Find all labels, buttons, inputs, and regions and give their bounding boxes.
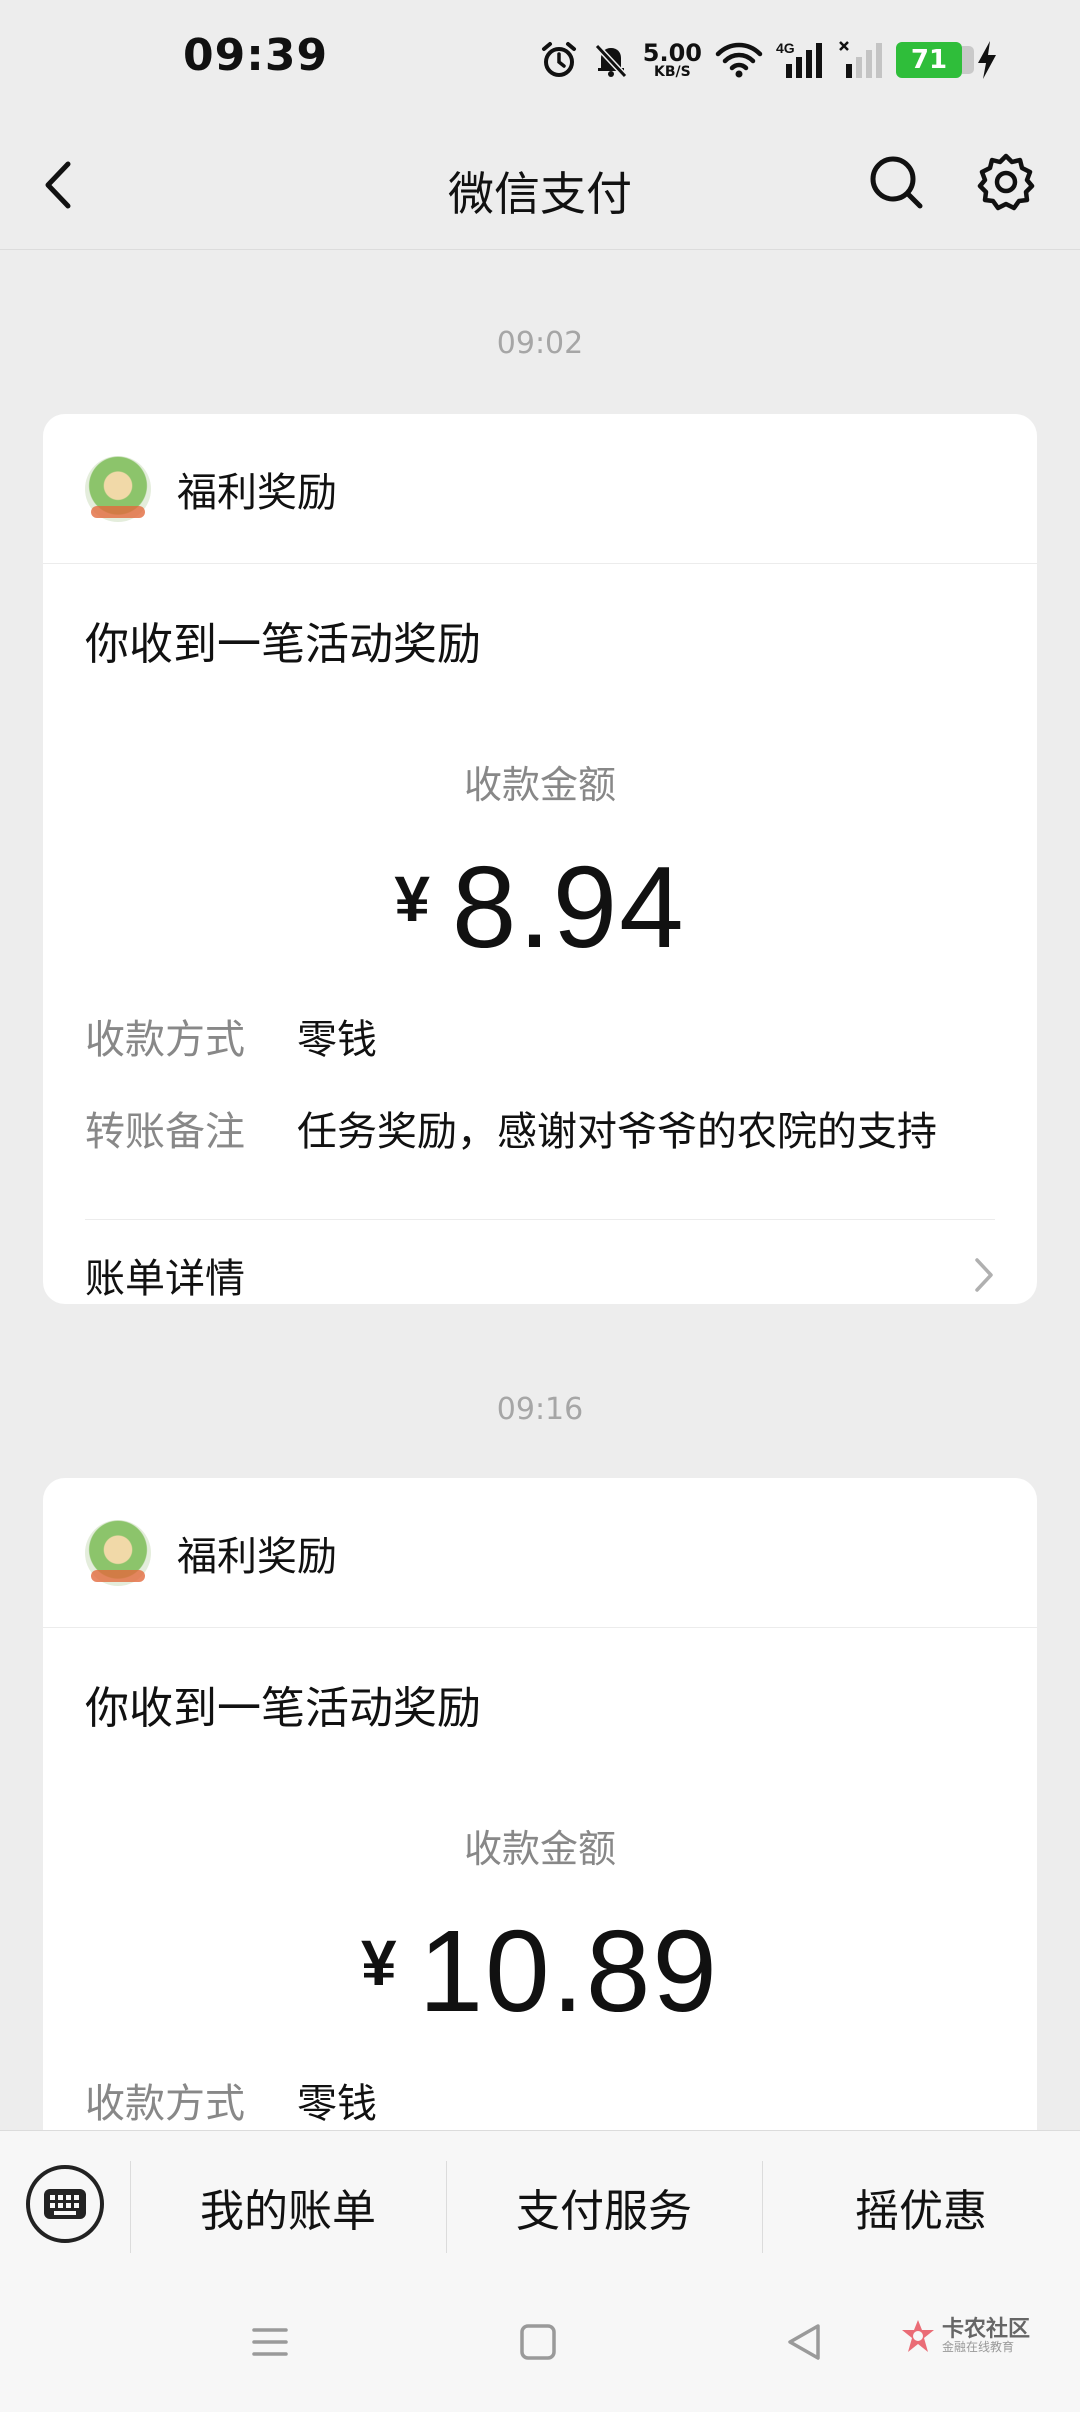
menu-item-my-bills[interactable]: 我的账单: [130, 2131, 446, 2283]
bill-detail-label: 账单详情: [85, 1256, 245, 1302]
amount-value: 10.89: [418, 1906, 719, 2036]
alarm-icon: [541, 42, 576, 77]
mute-bell-icon: [594, 43, 627, 79]
payment-method-value: 零钱: [297, 2081, 377, 2127]
signal-weak-icon: [839, 41, 882, 78]
payment-method-label: 收款方式: [85, 1017, 245, 1063]
amount-label: 收款金额: [463, 1827, 616, 1871]
keyboard-toggle-button[interactable]: [26, 2165, 104, 2243]
amount: ¥ 8.94: [85, 849, 995, 965]
payment-card[interactable]: 福利奖励 你收到一笔活动奖励 收款金额 ¥ 8.94 收款方式 零钱 转账备注 …: [43, 414, 1037, 1304]
battery-indicator: 71: [896, 42, 974, 78]
payment-method-row: 收款方式 零钱: [85, 1007, 995, 1065]
network-speed-unit: KB/S: [654, 64, 691, 80]
signal-4g-icon: 4G: [776, 40, 822, 78]
system-navigation-bar: 卡农社区 金融在线教育: [0, 2282, 1080, 2412]
transfer-remark-row: 转账备注 任务奖励，感谢对爷爷的农院的支持: [85, 1099, 995, 1157]
payment-method-row: 收款方式 零钱: [85, 2071, 995, 2129]
battery-level: 71: [896, 42, 974, 78]
status-bar: 09:39 5.00 KB/S 4G 71: [0, 0, 1080, 120]
currency-symbol: ¥: [361, 1927, 397, 1999]
chevron-right-icon: [975, 1258, 993, 1292]
brand-avatar: [85, 455, 151, 522]
message-timestamp: 09:16: [496, 1392, 584, 1427]
home-icon[interactable]: [518, 2322, 558, 2362]
charging-icon: [978, 41, 996, 79]
brand-avatar: [85, 1519, 151, 1586]
watermark-logo-icon: [902, 2320, 934, 2352]
card-header[interactable]: 福利奖励: [43, 414, 1037, 564]
brand-name: 福利奖励: [177, 1533, 337, 1580]
keyboard-icon: [44, 2189, 86, 2219]
bill-detail-link[interactable]: 账单详情: [85, 1220, 995, 1304]
amount-label: 收款金额: [463, 763, 616, 807]
watermark: 卡农社区 金融在线教育: [900, 2318, 1030, 2354]
brand-name: 福利奖励: [177, 469, 337, 516]
payment-card[interactable]: 福利奖励 你收到一笔活动奖励 收款金额 ¥ 10.89 收款方式 零钱: [43, 1478, 1037, 2178]
watermark-subtitle: 金融在线教育: [942, 2340, 1015, 2355]
message-timestamp: 09:02: [496, 326, 584, 361]
network-speed-value: 5.00: [642, 39, 702, 67]
card-headline: 你收到一笔活动奖励: [85, 1683, 481, 1734]
svg-text:4G: 4G: [776, 40, 795, 56]
settings-icon[interactable]: [976, 152, 1036, 212]
card-header[interactable]: 福利奖励: [43, 1478, 1037, 1628]
network-speed: 5.00 KB/S: [643, 41, 702, 79]
payment-method-value: 零钱: [297, 1017, 377, 1063]
card-body: 你收到一笔活动奖励 收款金额 ¥ 10.89 收款方式 零钱: [43, 1672, 1037, 2129]
recent-apps-icon[interactable]: [250, 2322, 290, 2362]
nav-bar: 微信支付: [0, 120, 1080, 250]
payment-method-label: 收款方式: [85, 2081, 245, 2127]
transfer-remark-value: 任务奖励，感谢对爷爷的农院的支持: [297, 1109, 937, 1155]
amount: ¥ 10.89: [85, 1913, 995, 2029]
status-icons: 5.00 KB/S 4G 71: [539, 30, 1000, 90]
card-headline: 你收到一笔活动奖励: [85, 619, 481, 670]
wifi-icon: [715, 42, 763, 78]
watermark-text: 卡农社区 金融在线教育: [942, 2318, 1030, 2354]
transfer-remark-label: 转账备注: [85, 1109, 245, 1155]
currency-symbol: ¥: [394, 863, 430, 935]
card-body: 你收到一笔活动奖励 收款金额 ¥ 8.94 收款方式 零钱 转账备注 任务奖励，…: [43, 608, 1037, 1304]
status-time: 09:39: [183, 30, 329, 81]
amount-value: 8.94: [451, 842, 686, 972]
menu-item-shake-offers[interactable]: 摇优惠: [762, 2131, 1080, 2283]
back-nav-icon[interactable]: [784, 2322, 824, 2362]
bottom-menu-bar: 我的账单 支付服务 摇优惠: [0, 2130, 1080, 2282]
menu-item-payment-services[interactable]: 支付服务: [446, 2131, 762, 2283]
watermark-title: 卡农社区: [942, 2317, 1031, 2343]
search-icon[interactable]: [868, 152, 924, 212]
